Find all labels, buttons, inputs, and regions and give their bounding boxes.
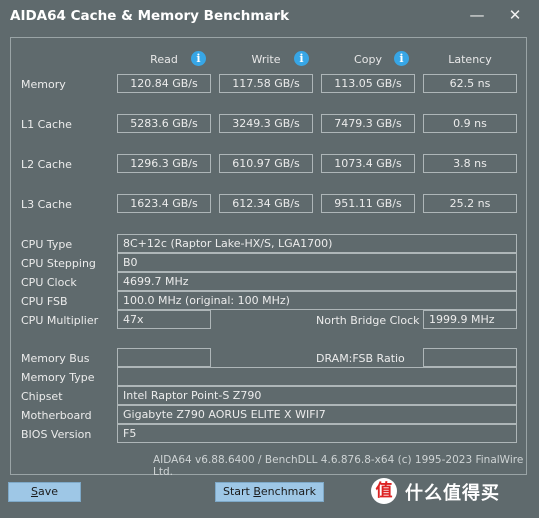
write-info-icon[interactable]: i <box>294 51 309 66</box>
bios-version-value: F5 <box>117 424 517 443</box>
window-title: AIDA64 Cache & Memory Benchmark <box>10 8 290 24</box>
memory-write-value: 117.58 GB/s <box>219 74 313 93</box>
cpu-clock-label: CPU Clock <box>21 276 77 289</box>
start-button-mnemonic: B <box>253 485 261 498</box>
cpu-fsb-value: 100.0 MHz (original: 100 MHz) <box>117 291 517 310</box>
memory-bus-value <box>117 348 211 367</box>
read-info-icon[interactable]: i <box>191 51 206 66</box>
cpu-clock-value: 4699.7 MHz <box>117 272 517 291</box>
l3-latency-value: 25.2 ns <box>423 194 517 213</box>
start-button-label-post: enchmark <box>260 485 317 498</box>
save-button-label: ave <box>37 485 58 498</box>
start-button-label-pre: Start <box>222 485 254 498</box>
save-button-mnemonic: S <box>30 485 38 498</box>
watermark-logo: 值 <box>371 478 397 504</box>
dram-fsb-ratio-value <box>423 348 517 367</box>
row-label-l3-cache: L3 Cache <box>21 198 72 211</box>
chipset-value: Intel Raptor Point-S Z790 <box>117 386 517 405</box>
memory-read-value: 120.84 GB/s <box>117 74 211 93</box>
watermark: 值 什么值得买 <box>371 478 531 504</box>
motherboard-value: Gigabyte Z790 AORUS ELITE X WIFI7 <box>117 405 517 424</box>
bios-version-label: BIOS Version <box>21 428 92 441</box>
copyright-footer: AIDA64 v6.88.6400 / BenchDLL 4.6.876.8-x… <box>153 454 524 478</box>
north-bridge-clock-label: North Bridge Clock <box>316 314 420 327</box>
l2-write-value: 610.97 GB/s <box>219 154 313 173</box>
cpu-type-value: 8C+12c (Raptor Lake-HX/S, LGA1700) <box>117 234 517 253</box>
memory-type-label: Memory Type <box>21 371 95 384</box>
l2-copy-value: 1073.4 GB/s <box>321 154 415 173</box>
l2-read-value: 1296.3 GB/s <box>117 154 211 173</box>
motherboard-label: Motherboard <box>21 409 92 422</box>
copy-info-icon[interactable]: i <box>394 51 409 66</box>
l1-write-value: 3249.3 GB/s <box>219 114 313 133</box>
memory-latency-value: 62.5 ns <box>423 74 517 93</box>
row-label-l1-cache: L1 Cache <box>21 118 72 131</box>
save-button[interactable]: Save <box>8 482 81 502</box>
close-icon[interactable]: ✕ <box>500 4 530 28</box>
l1-copy-value: 7479.3 GB/s <box>321 114 415 133</box>
cpu-multiplier-value: 47x <box>117 310 211 329</box>
l1-read-value: 5283.6 GB/s <box>117 114 211 133</box>
north-bridge-clock-value: 1999.9 MHz <box>423 310 517 329</box>
l1-latency-value: 0.9 ns <box>423 114 517 133</box>
dram-fsb-ratio-label: DRAM:FSB Ratio <box>316 352 405 365</box>
l3-write-value: 612.34 GB/s <box>219 194 313 213</box>
watermark-text: 什么值得买 <box>405 483 500 504</box>
chipset-label: Chipset <box>21 390 63 403</box>
header-latency: Latency <box>448 53 492 66</box>
cpu-stepping-label: CPU Stepping <box>21 257 96 270</box>
memory-bus-label: Memory Bus <box>21 352 90 365</box>
memory-type-value <box>117 367 517 386</box>
minimize-icon[interactable]: — <box>462 4 492 28</box>
row-label-l2-cache: L2 Cache <box>21 158 72 171</box>
cpu-stepping-value: B0 <box>117 253 517 272</box>
cpu-type-label: CPU Type <box>21 238 73 251</box>
l2-latency-value: 3.8 ns <box>423 154 517 173</box>
cpu-multiplier-label: CPU Multiplier <box>21 314 99 327</box>
l3-read-value: 1623.4 GB/s <box>117 194 211 213</box>
l3-copy-value: 951.11 GB/s <box>321 194 415 213</box>
start-benchmark-button[interactable]: Start Benchmark <box>215 482 324 502</box>
cpu-fsb-label: CPU FSB <box>21 295 68 308</box>
row-label-memory: Memory <box>21 78 66 91</box>
memory-copy-value: 113.05 GB/s <box>321 74 415 93</box>
